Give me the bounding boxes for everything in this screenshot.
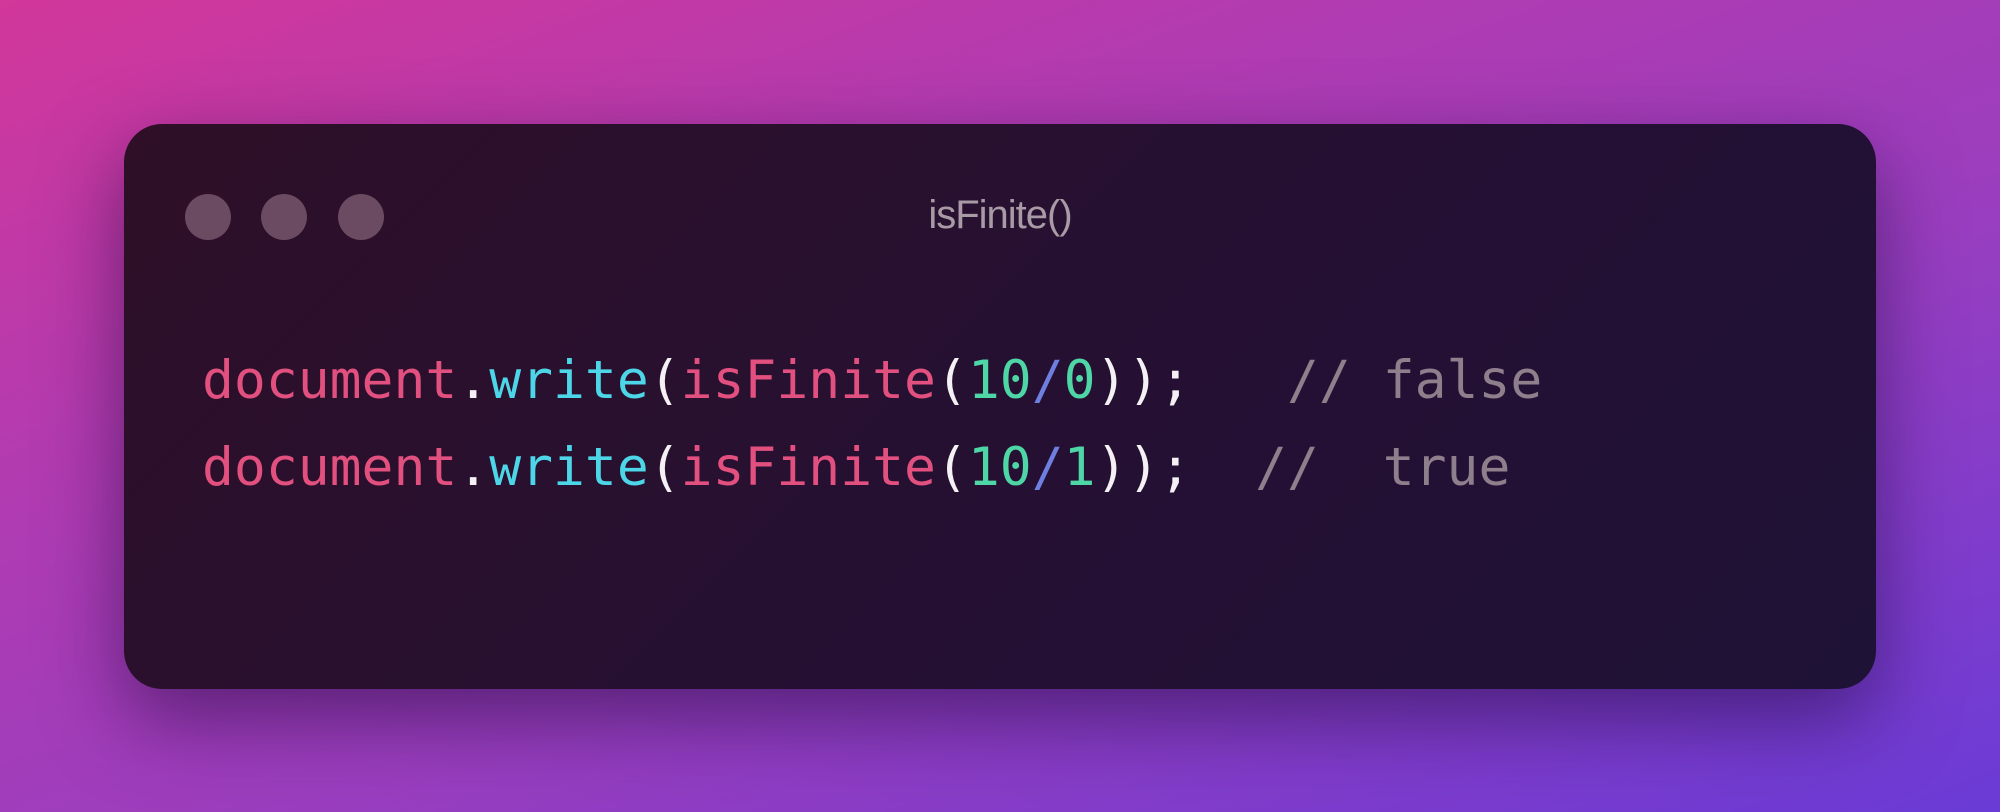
window-title: isFinite() bbox=[928, 193, 1072, 237]
token-function: isFinite bbox=[680, 350, 936, 411]
token-number: 10 bbox=[967, 350, 1032, 411]
token-close: )); bbox=[1095, 350, 1192, 411]
token-operator: / bbox=[1031, 350, 1064, 411]
token-dot: . bbox=[457, 437, 490, 498]
token-paren: ( bbox=[648, 437, 681, 498]
token-method: write bbox=[489, 437, 649, 498]
token-number: 0 bbox=[1063, 350, 1096, 411]
code-line-1: document.write(isFinite(10/0)); // false bbox=[202, 354, 1542, 407]
token-paren: ( bbox=[648, 350, 681, 411]
token-object: document bbox=[202, 350, 458, 411]
token-number: 10 bbox=[967, 437, 1032, 498]
token-close: )); bbox=[1095, 437, 1192, 498]
token-comment: // true bbox=[1191, 437, 1511, 498]
token-operator: / bbox=[1031, 437, 1064, 498]
code-line-2: document.write(isFinite(10/1)); // true bbox=[202, 441, 1510, 494]
token-paren: ( bbox=[935, 437, 968, 498]
token-function: isFinite bbox=[680, 437, 936, 498]
token-comment: // false bbox=[1191, 350, 1543, 411]
token-object: document bbox=[202, 437, 458, 498]
token-method: write bbox=[489, 350, 649, 411]
token-number: 1 bbox=[1063, 437, 1096, 498]
token-paren: ( bbox=[935, 350, 968, 411]
token-dot: . bbox=[457, 350, 490, 411]
